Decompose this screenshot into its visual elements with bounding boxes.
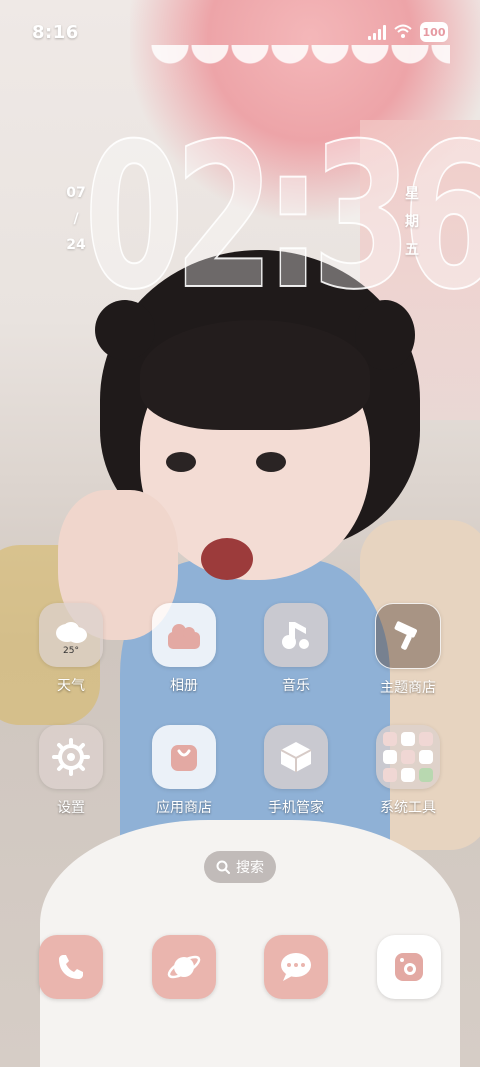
wallpaper-mouth: [201, 538, 253, 580]
app-system-tools-folder[interactable]: 系统工具: [360, 725, 456, 817]
app-label: 应用商店: [156, 800, 212, 816]
dock-camera[interactable]: [377, 935, 441, 999]
app-label: 主题商店: [380, 680, 436, 696]
status-bar: 8:16 100: [0, 0, 480, 66]
photos-icon: [152, 603, 216, 667]
settings-gear-icon: [39, 725, 103, 789]
camera-icon: [395, 953, 423, 981]
app-music[interactable]: 音乐: [248, 603, 344, 695]
search-label: 搜索: [236, 860, 264, 876]
phone-icon: [59, 955, 83, 979]
app-settings[interactable]: 设置: [23, 725, 119, 817]
wallpaper-bangs: [140, 320, 370, 430]
signal-icon: [368, 24, 386, 40]
app-phone-manager[interactable]: 手机管家: [248, 725, 344, 817]
wallpaper-eye-right: [256, 452, 286, 472]
wallpaper-eye-left: [166, 452, 196, 472]
app-label: 设置: [57, 800, 85, 816]
app-label: 音乐: [282, 678, 310, 694]
battery-level: 100: [422, 25, 446, 39]
weather-icon: 25°: [39, 603, 103, 667]
weather-temp: 25°: [63, 646, 79, 656]
app-store-icon: [152, 725, 216, 789]
weekday-char-1: 星: [405, 186, 419, 202]
weekday-widget: 星 期 五: [398, 180, 426, 264]
app-label: 相册: [170, 678, 198, 694]
weekday-char-2: 期: [405, 214, 419, 230]
status-icons: 100: [368, 22, 448, 42]
dock-phone[interactable]: [39, 935, 103, 999]
app-label: 手机管家: [268, 800, 324, 816]
phone-manager-icon: [264, 725, 328, 789]
app-photos[interactable]: 相册: [136, 603, 232, 695]
search-button[interactable]: 搜索: [204, 851, 276, 883]
dock-browser[interactable]: [152, 935, 216, 999]
app-label: 系统工具: [380, 800, 436, 816]
theme-store-icon: [375, 603, 441, 669]
dock-messages[interactable]: [264, 935, 328, 999]
app-weather[interactable]: 25° 天气: [23, 603, 119, 695]
wifi-icon: [394, 24, 412, 38]
system-tools-folder-icon: [376, 725, 440, 789]
clock-widget[interactable]: 02:36: [83, 117, 480, 319]
weekday-char-3: 五: [405, 242, 419, 258]
app-app-store[interactable]: 应用商店: [136, 725, 232, 817]
browser-planet-icon: [167, 955, 201, 979]
app-theme-store[interactable]: 主题商店: [360, 603, 456, 697]
messages-icon: [281, 953, 311, 981]
app-label: 天气: [57, 678, 85, 694]
status-time: 8:16: [32, 22, 79, 43]
search-icon: [216, 860, 230, 874]
battery-indicator: 100: [420, 22, 448, 42]
music-icon: [264, 603, 328, 667]
